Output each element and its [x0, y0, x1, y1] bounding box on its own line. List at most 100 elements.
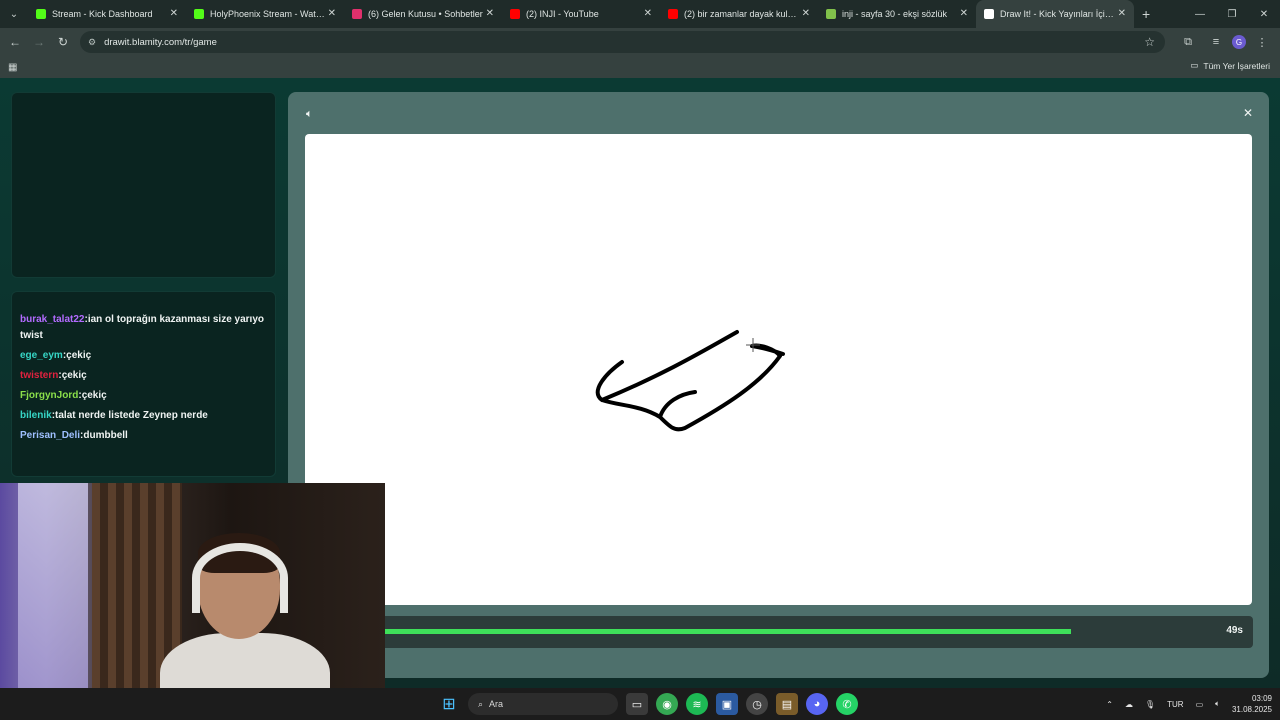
microphone-icon[interactable]: 🎙︎ [1145, 700, 1155, 709]
tab-close-icon[interactable]: ✕ [960, 8, 968, 19]
store-icon[interactable]: ▣ [716, 693, 738, 715]
tab-close-icon[interactable]: ✕ [644, 8, 652, 19]
chat-message: twistern:çekiç [20, 368, 267, 384]
chrome-icon[interactable]: ◉ [656, 693, 678, 715]
system-tray: ⌃ ☁ 🎙︎ TUR ▭ 🔈︎ 03:09 31.08.2025 [1106, 688, 1272, 720]
chat-username[interactable]: bilenik [20, 410, 52, 421]
windows-start-icon[interactable]: ⊞ [438, 693, 460, 715]
tab-favicon-icon [352, 9, 362, 19]
tab-search-chevron-icon[interactable]: ⌄ [0, 0, 28, 28]
taskbar-search-placeholder: Ara [489, 699, 504, 709]
maximize-icon[interactable]: ❐ [1216, 0, 1248, 28]
drawing-game-panel: 🔈︎ ✕ 49s [288, 92, 1269, 678]
back-icon[interactable]: ← [3, 30, 27, 54]
speaker-icon[interactable]: 🔈︎ [306, 108, 313, 121]
tab-close-icon[interactable]: ✕ [1118, 8, 1126, 19]
tab-close-icon[interactable]: ✕ [802, 8, 810, 19]
all-bookmarks-button[interactable]: ▭ Tüm Yer İşaretleri [1190, 60, 1270, 71]
chat-message: Perisan_Deli:dumbbell [20, 428, 267, 444]
chat-text: talat nerde listede Zeynep nerde [55, 410, 208, 421]
bookmarks-bar: ▦ ▭ Tüm Yer İşaretleri [0, 56, 1280, 78]
clock-app-icon[interactable]: ◷ [746, 693, 768, 715]
all-bookmarks-label: Tüm Yer İşaretleri [1203, 60, 1270, 71]
chat-username[interactable]: burak_talat22 [20, 314, 84, 325]
drawing-canvas[interactable] [305, 134, 1252, 605]
timer-bar: 49s [385, 616, 1253, 648]
extensions-icon[interactable]: ⧉ [1176, 30, 1200, 54]
browser-tab[interactable]: (2) INJI - YouTube ✕ [502, 0, 660, 28]
reload-icon[interactable]: ↻ [51, 30, 75, 54]
taskbar-search[interactable]: ⌕ Ara [468, 693, 618, 715]
chat-panel: burak_talat22:ian ol toprağın kazanması … [11, 291, 276, 477]
webcam-overlay [0, 483, 385, 720]
chat-username[interactable]: twistern [20, 370, 58, 381]
tab-favicon-icon [984, 9, 994, 19]
tab-title: (6) Gelen Kutusu • Sohbetler [368, 9, 483, 19]
chat-username[interactable]: FjorgynJord [20, 390, 78, 401]
close-icon[interactable]: ✕ [1243, 106, 1253, 120]
chat-username[interactable]: Perisan_Deli [20, 430, 80, 441]
tab-title: Stream - Kick Dashboard [52, 9, 153, 19]
search-icon: ⌕ [478, 698, 484, 709]
address-bar[interactable]: ⚙ drawit.blamity.com/tr/game ☆ [80, 31, 1165, 53]
minimize-icon[interactable]: — [1184, 0, 1216, 28]
chat-text: çekiç [61, 370, 87, 381]
chat-message: bilenik:talat nerde listede Zeynep nerde [20, 408, 267, 424]
chat-text: çekiç [66, 350, 92, 361]
task-view-icon[interactable]: ▭ [626, 693, 648, 715]
chat-text: çekiç [81, 390, 107, 401]
tab-title: inji - sayfa 30 - ekşi sözlük [842, 9, 948, 19]
apps-grid-icon[interactable]: ▦ [8, 62, 17, 73]
browser-tab[interactable]: (2) bir zamanlar dayak kulübü ✕ [660, 0, 818, 28]
language-indicator[interactable]: TUR [1167, 700, 1183, 709]
folder-icon: ▭ [1190, 60, 1199, 70]
timer-label: 49s [1226, 625, 1243, 636]
browser-tab[interactable]: inji - sayfa 30 - ekşi sözlük ✕ [818, 0, 976, 28]
forward-icon[interactable]: → [27, 30, 51, 54]
browser-tab-strip: ⌄ Stream - Kick Dashboard ✕ HolyPhoenix St… [0, 0, 1280, 28]
close-window-icon[interactable]: ✕ [1248, 0, 1280, 28]
tab-favicon-icon [194, 9, 204, 19]
stream-preview-panel [11, 92, 276, 278]
clock-date: 31.08.2025 [1231, 705, 1272, 714]
window-controls: — ❐ ✕ [1184, 0, 1280, 28]
crosshair-cursor-icon [746, 338, 760, 352]
address-url: drawit.blamity.com/tr/game [104, 36, 217, 48]
tab-close-icon[interactable]: ✕ [486, 8, 494, 19]
profile-avatar[interactable]: G [1232, 35, 1246, 49]
timer-progress-fill [385, 629, 1071, 634]
browser-tab[interactable]: Draw It! - Kick Yayınları İçin Çizim✕ [976, 0, 1134, 28]
browser-toolbar: ← → ↻ ⚙ drawit.blamity.com/tr/game ☆ ⧉ ≡… [0, 28, 1280, 56]
spotify-icon[interactable]: ≋ [686, 693, 708, 715]
tab-close-icon[interactable]: ✕ [170, 8, 178, 19]
media-icon[interactable]: ≡ [1204, 30, 1228, 54]
windows-taskbar: ⊞ ⌕ Ara ▭ ◉ ≋ ▣ ◷ ▤ ◕ ✆ ⌃ ☁ 🎙︎ TUR ▭ 🔈︎ … [0, 688, 1280, 720]
tab-favicon-icon [668, 9, 678, 19]
tab-favicon-icon [510, 9, 520, 19]
browser-tab[interactable]: Stream - Kick Dashboard ✕ [28, 0, 186, 28]
clock-time: 03:09 [1251, 694, 1272, 703]
site-info-icon[interactable]: ⚙ [88, 37, 96, 48]
headphones [192, 543, 288, 613]
tray-chevron-icon[interactable]: ⌃ [1106, 700, 1113, 709]
chat-message: burak_talat22:ian ol toprağın kazanması … [20, 312, 267, 344]
bookmark-star-icon[interactable]: ☆ [1144, 35, 1155, 49]
tab-title: HolyPhoenix Stream - Watch Live [210, 9, 325, 19]
chat-message: ege_eym:çekiç [20, 348, 267, 364]
browser-tab[interactable]: HolyPhoenix Stream - Watch Live✕ [186, 0, 344, 28]
browser-tab[interactable]: (6) Gelen Kutusu • Sohbetler ✕ [344, 0, 502, 28]
discord-icon[interactable]: ◕ [806, 693, 828, 715]
onedrive-icon[interactable]: ☁ [1125, 700, 1133, 709]
network-icon[interactable]: ▭ [1196, 700, 1204, 709]
tab-title: Draw It! - Kick Yayınları İçin Çizim [1000, 9, 1115, 19]
clock[interactable]: 03:09 31.08.2025 [1232, 693, 1272, 715]
app-icon[interactable]: ▤ [776, 693, 798, 715]
chat-username[interactable]: ege_eym [20, 350, 63, 361]
new-tab-button[interactable]: + [1142, 6, 1150, 22]
drawing-strokes [595, 330, 785, 432]
tab-title: (2) bir zamanlar dayak kulübü [684, 9, 799, 19]
menu-kebab-icon[interactable]: ⋮ [1250, 30, 1274, 54]
volume-icon[interactable]: 🔈︎ [1215, 699, 1220, 709]
whatsapp-icon[interactable]: ✆ [836, 693, 858, 715]
tab-close-icon[interactable]: ✕ [328, 8, 336, 19]
